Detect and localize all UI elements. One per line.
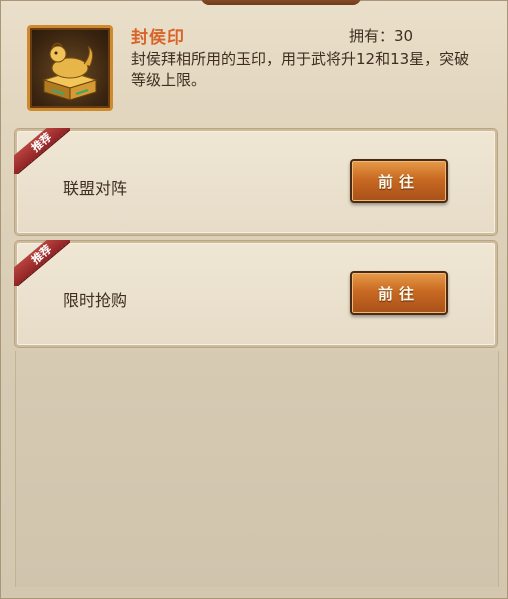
source-card-flash-sale: 推荐 限时抢购 前往 xyxy=(14,240,497,347)
item-description: 封侯拜相所用的玉印，用于武将升12和13星，突破等级上限。 xyxy=(131,50,470,89)
recommend-badge: 推荐 xyxy=(29,242,55,267)
source-label: 限时抢购 xyxy=(63,291,128,310)
source-card-alliance: 推荐 联盟对阵 前往 xyxy=(14,128,497,235)
source-label: 联盟对阵 xyxy=(63,179,128,198)
item-name: 封侯印 xyxy=(131,28,185,48)
recommend-ribbon: 推荐 xyxy=(14,128,70,174)
recommend-badge: 推荐 xyxy=(29,130,55,155)
jade-seal-icon xyxy=(27,25,113,111)
panel-top-ornament xyxy=(201,0,361,5)
go-button-alliance[interactable]: 前往 xyxy=(350,159,448,203)
go-button-flash-sale[interactable]: 前往 xyxy=(350,271,448,315)
owned-count: 拥有：30 xyxy=(349,27,414,45)
recommend-ribbon: 推荐 xyxy=(14,240,70,286)
empty-list-area xyxy=(15,351,499,587)
item-source-panel: 封侯印 拥有：30 封侯拜相所用的玉印，用于武将升12和13星，突破等级上限。 … xyxy=(0,0,508,599)
